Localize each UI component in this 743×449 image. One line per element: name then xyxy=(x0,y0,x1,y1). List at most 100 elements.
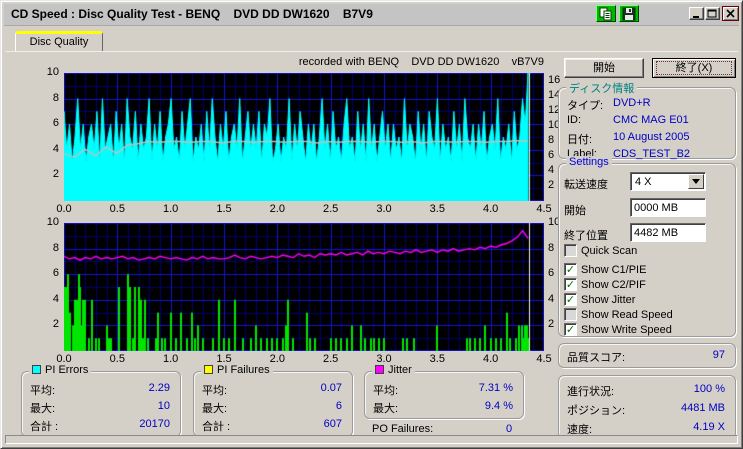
checkbox-show-jitter[interactable]: ✓ Show Jitter xyxy=(564,293,635,306)
checkbox-box: ✓ xyxy=(564,263,577,276)
avg-label: 平均: xyxy=(202,385,228,397)
end-pos-label: 終了位置 xyxy=(564,230,608,242)
checkbox-box: ✓ xyxy=(564,278,577,291)
status-bar xyxy=(5,435,738,444)
pi-errors-stats-title: PI Errors xyxy=(29,364,92,376)
axis-tick-label: 4 xyxy=(52,142,59,155)
checkbox-quick-scan[interactable]: Quick Scan xyxy=(564,244,637,257)
total-label: 合計 : xyxy=(202,421,231,433)
total-value: 607 xyxy=(323,418,342,430)
disc-info-group: ディスク情報 タイプ: DVD+R ID: CMC MAG E01 日付: 10… xyxy=(558,80,736,160)
checkbox-box: ✓ xyxy=(564,293,577,306)
combo-dropdown-button[interactable] xyxy=(688,174,704,189)
close-button[interactable] xyxy=(722,6,739,21)
speed-label: 転送速度 xyxy=(564,179,608,191)
avg-label: 平均: xyxy=(30,385,56,397)
pi-failures-stats-group: PI Failures 平均: 0.07 最大: 6 合計 : 607 xyxy=(193,364,353,437)
disc-id-label: ID: xyxy=(567,114,582,126)
total-value: 20170 xyxy=(139,418,170,430)
progress-group: 進行状況: 100 % ポジション: 4481 MB 速度: 4.19 X xyxy=(558,375,736,439)
save-button[interactable] xyxy=(619,5,639,22)
max-value: 6 xyxy=(335,400,342,412)
speed-selected-value: 4 X xyxy=(635,176,652,188)
disc-date-label: 日付: xyxy=(567,134,593,146)
checkbox-show-c2-pif[interactable]: ✓ Show C2/PIF xyxy=(564,278,646,291)
checkbox-label: Show Read Speed xyxy=(581,308,673,321)
axis-tick-label: 2.5 xyxy=(323,353,339,365)
disc-type-label: タイプ: xyxy=(567,100,604,112)
tab-strip-divider xyxy=(5,51,738,52)
checkbox-show-write-speed[interactable]: ✓ Show Write Speed xyxy=(564,323,672,336)
axis-tick-label: 3.5 xyxy=(429,353,445,365)
progress-value: 100 % xyxy=(693,383,725,395)
checkbox-label: Show Jitter xyxy=(581,293,636,306)
end-pos-input[interactable] xyxy=(630,223,706,242)
checkbox-label: Show C1/PIE xyxy=(581,263,647,276)
disc-type-value: DVD+R xyxy=(613,97,651,109)
disc-id-value: CMC MAG E01 xyxy=(613,114,689,126)
position-label: ポジション: xyxy=(567,405,626,417)
axis-tick-label: 8 xyxy=(52,91,59,104)
avg-value: 0.07 xyxy=(320,382,342,394)
quality-score-label: 品質スコア: xyxy=(567,352,626,364)
checkbox-box xyxy=(564,244,577,257)
total-label: 合計 : xyxy=(30,421,59,433)
max-value: 10 xyxy=(157,400,170,412)
axis-tick-label: 4.5 xyxy=(536,353,552,365)
checkbox-label: Show Write Speed xyxy=(581,323,672,336)
pi-errors-stats-group: PI Errors 平均: 2.29 最大: 10 合計 : 20170 xyxy=(21,364,181,437)
speed-combobox[interactable]: 4 X xyxy=(630,172,706,191)
max-label: 最大: xyxy=(373,403,399,415)
axis-tick-label: 0.5 xyxy=(109,353,125,365)
maximize-button[interactable] xyxy=(705,7,720,20)
quality-score-value: 97 xyxy=(712,349,725,361)
checkbox-label: Show C2/PIF xyxy=(581,278,646,291)
axis-tick-label: 10 xyxy=(46,66,59,78)
start-button[interactable]: 開始 xyxy=(564,58,644,78)
disc-label-value: CDS_TEST_B2 xyxy=(613,148,691,160)
speed-stat-value: 4.19 X xyxy=(693,421,725,433)
chevron-down-icon xyxy=(692,179,700,184)
progress-label: 進行状況: xyxy=(567,386,615,398)
start-pos-label: 開始 xyxy=(564,205,586,217)
pi-errors-legend-swatch xyxy=(32,365,41,374)
axis-tick-label: 2 xyxy=(52,318,59,331)
pi-failures-stats-title: PI Failures xyxy=(201,364,273,376)
max-label: 最大: xyxy=(202,403,228,415)
axis-tick-label: 6 xyxy=(52,267,59,280)
start-pos-input[interactable] xyxy=(630,198,706,217)
pi-errors-chart: 2 4 6 8 10 2 4 6 8 10 12 14 16 0.0 0.5 1.0 1.5 2.0 2.5 3.0 3… xyxy=(21,61,561,221)
disc-date-value: 10 August 2005 xyxy=(613,131,690,143)
checkbox-box xyxy=(564,308,577,321)
po-failures-value: 0 xyxy=(506,423,513,435)
pi-errors-plot-canvas xyxy=(64,73,544,201)
minimize-button[interactable] xyxy=(689,7,704,20)
jitter-legend-swatch xyxy=(375,365,384,374)
disc-info-title: ディスク情報 xyxy=(566,80,638,96)
close-icon xyxy=(726,9,735,18)
pi-failures-jitter-chart: 2 4 6 8 10 2 4 6 8 10 0.0 0.5 1.0 1.5 2.0 2.5 3.0 3.5 4.0 4… xyxy=(21,211,561,371)
save-floppy-icon xyxy=(622,7,636,20)
exit-button[interactable]: 終了(X) xyxy=(652,58,736,78)
max-label: 最大: xyxy=(30,403,56,415)
avg-value: 2.29 xyxy=(148,382,170,394)
window-title: CD Speed : Disc Quality Test - BENQ DVD … xyxy=(11,7,373,21)
po-failures-label: PO Failures: xyxy=(372,423,434,435)
pi-failures-legend-swatch xyxy=(204,365,213,374)
settings-title: Settings xyxy=(566,156,612,168)
axis-tick-label: 6 xyxy=(52,117,59,130)
copy-icon xyxy=(599,7,612,20)
axis-tick-label: 4 xyxy=(52,292,59,305)
quality-score-group: 品質スコア: 97 xyxy=(558,343,736,368)
checkbox-show-c1-pie[interactable]: ✓ Show C1/PIE xyxy=(564,263,646,276)
axis-tick-label: 8 xyxy=(52,241,59,254)
checkbox-label: Quick Scan xyxy=(581,244,638,257)
maximize-icon xyxy=(707,9,717,18)
copy-button[interactable] xyxy=(596,5,616,22)
app-window: CD Speed : Disc Quality Test - BENQ DVD … xyxy=(0,0,743,449)
checkbox-show-read-speed[interactable]: Show Read Speed xyxy=(564,308,673,321)
minimize-icon xyxy=(693,16,699,18)
tab-disc-quality[interactable]: Disc Quality xyxy=(15,31,103,52)
axis-tick-label: 4.0 xyxy=(483,353,499,365)
axis-tick-label: 2 xyxy=(52,168,59,181)
